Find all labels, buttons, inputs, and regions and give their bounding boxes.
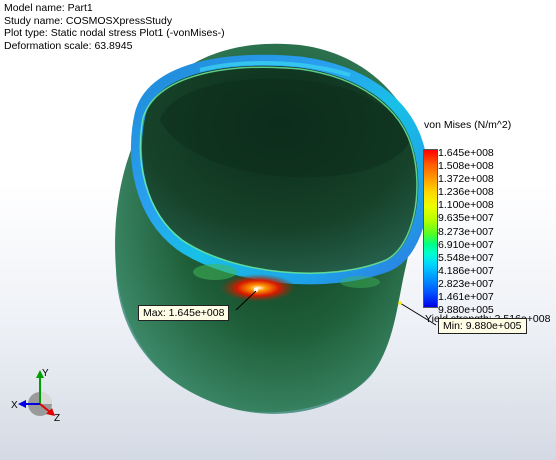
simulation-viewport[interactable]: Model name: Part1 Study name: COSMOSXpre… — [0, 0, 556, 460]
legend-value: 1.461e+007 — [438, 291, 494, 304]
model-name-text: Model name: Part1 — [4, 2, 93, 14]
color-scale-bar — [423, 149, 438, 308]
study-info: Model name: Part1 Study name: COSMOSXpre… — [4, 2, 225, 52]
legend-value: 1.645e+008 — [438, 147, 494, 159]
legend-value: 9.635e+007 — [438, 212, 494, 225]
legend-value: 1.236e+008 — [438, 186, 494, 199]
legend-value: 2.823e+007 — [438, 277, 494, 290]
deformation-scale-text: Deformation scale: 63.8945 — [4, 39, 133, 52]
legend-value: 4.186e+007 — [438, 264, 494, 277]
legend-value: 5.548e+007 — [438, 251, 494, 264]
legend-title: von Mises (N/m^2) — [424, 119, 512, 131]
x-axis-label: X — [11, 400, 18, 411]
legend-labels: 1.645e+008 1.508e+008 1.372e+008 1.236e+008… — [438, 147, 494, 317]
z-axis-label: Z — [54, 413, 60, 422]
legend-value: 8.273e+007 — [438, 225, 494, 238]
study-name-text: Study name: COSMOSXpressStudy — [4, 14, 173, 27]
max-stress-callout[interactable]: Max: 1.645e+008 — [138, 305, 230, 321]
axis-triad[interactable]: Y X Z — [8, 362, 68, 422]
legend-value: 6.910e+007 — [438, 238, 494, 251]
min-stress-callout[interactable]: Min: 9.880e+005 — [438, 318, 527, 334]
y-axis-label: Y — [42, 368, 49, 379]
legend-value: 1.100e+008 — [438, 199, 494, 212]
plot-type-text: Plot type: Static nodal stress Plot1 (-v… — [4, 27, 225, 40]
legend-value: 1.508e+008 — [438, 160, 494, 173]
legend-value: 1.372e+008 — [438, 173, 494, 186]
